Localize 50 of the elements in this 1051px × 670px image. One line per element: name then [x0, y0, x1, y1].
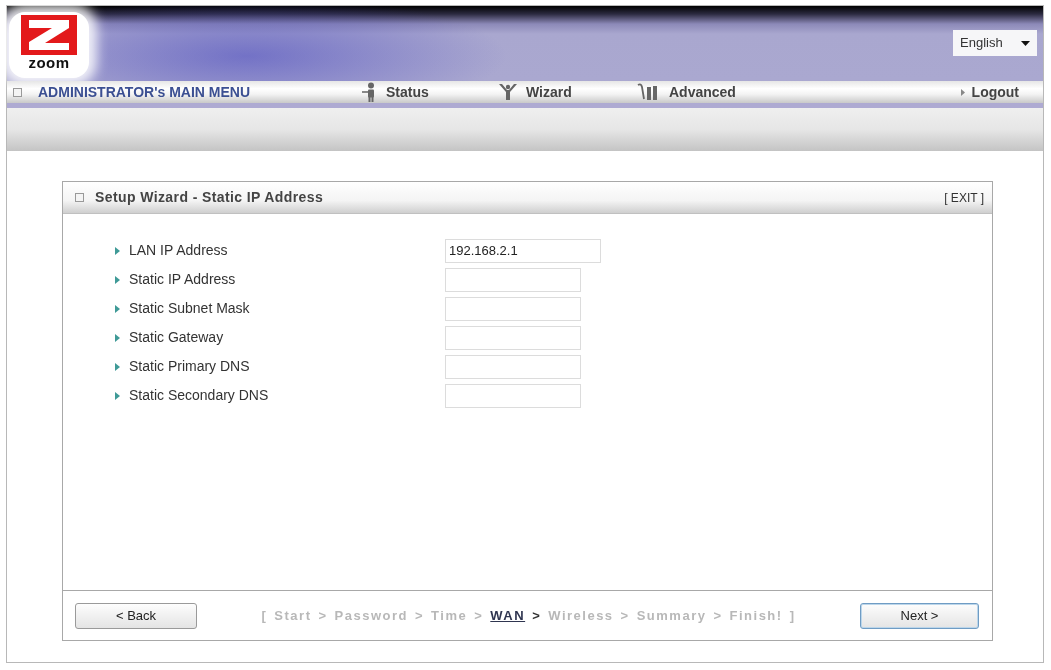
wizard-step: Finish!: [729, 605, 783, 626]
menu-link[interactable]: Wizard: [498, 81, 637, 103]
next-button[interactable]: Next >: [860, 602, 979, 629]
field-label: Static Subnet Mask: [129, 299, 250, 318]
bullet-triangle-icon: [115, 304, 120, 313]
step-bracket: [: [261, 606, 268, 625]
exit-link[interactable]: [ EXIT ]: [944, 188, 984, 207]
bullet-triangle-icon: [115, 362, 120, 371]
language-select[interactable]: English: [953, 30, 1037, 56]
arrow-icon: [960, 88, 965, 96]
step-separator: >: [474, 606, 484, 625]
input-field[interactable]: [445, 383, 581, 408]
input-field[interactable]: [445, 325, 581, 350]
bullet-triangle-icon: [115, 246, 120, 255]
field-label: LAN IP Address: [129, 241, 228, 260]
back-button[interactable]: < Back: [75, 602, 197, 629]
caret-icon: [1021, 40, 1030, 46]
step-separator: >: [713, 606, 723, 625]
wizard-step: Wireless: [548, 605, 614, 626]
z-logo-icon: [21, 15, 77, 55]
input-field[interactable]: [445, 267, 581, 292]
step-separator: >: [318, 606, 328, 625]
wizard-step: Start: [274, 605, 312, 626]
menu-title: ADMINISTRATOR's MAIN MENU: [38, 82, 251, 102]
wizard-step: Time: [431, 605, 468, 626]
input-field[interactable]: [445, 354, 581, 379]
bullet-triangle-icon: [115, 333, 120, 342]
bullet-triangle-icon: [115, 391, 120, 400]
wizard-step: Summary: [636, 605, 707, 626]
square-icon: [13, 87, 22, 97]
step-separator: >: [532, 606, 542, 625]
input-field[interactable]: 192.168.2.1: [445, 238, 601, 263]
field-label: Static Gateway: [129, 328, 224, 347]
logo-text: zoom: [28, 55, 70, 71]
menu-link[interactable]: Status: [362, 81, 498, 103]
wizard-step: WAN: [490, 605, 526, 626]
step-separator: >: [415, 606, 425, 625]
menu-link[interactable]: Advanced: [637, 81, 787, 103]
step-separator: >: [620, 606, 630, 625]
field-label: Static IP Address: [129, 270, 236, 289]
square-icon: [75, 193, 84, 202]
logout-link[interactable]: Logout: [960, 81, 1019, 103]
panel-title: Setup Wizard - Static IP Address: [95, 188, 324, 207]
raised-arms-icon: [498, 83, 518, 101]
wizard-step: Password: [334, 605, 408, 626]
field-label: Static Primary DNS: [129, 357, 250, 376]
field-label: Static Secondary DNS: [129, 386, 269, 405]
step-bracket: ]: [789, 606, 796, 625]
bullet-triangle-icon: [115, 275, 120, 284]
input-field[interactable]: [445, 296, 581, 321]
